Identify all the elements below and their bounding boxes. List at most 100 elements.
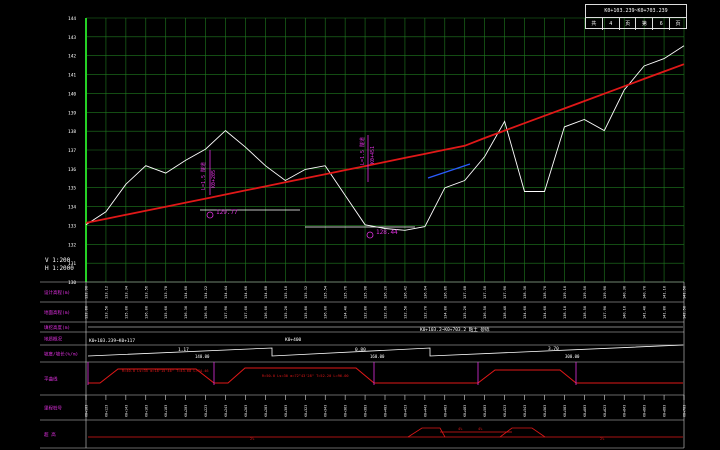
table-value: 135.20 [284,306,288,319]
table-value: 136.42 [403,286,407,299]
curve-annotation-2-line1: L=1.5 隧道 [359,137,366,165]
table-value: 135.98 [364,286,368,299]
table-value: 133.56 [144,286,148,299]
design-line-blue-overlay [427,163,471,179]
table-value: 134.66 [244,286,248,299]
elevation-tick-label: 132 [68,242,76,248]
curve-label-1: R=40.0 Ls=35 α=18°15'46" T=43.68 L=74.46 [122,369,209,373]
table-value: 132.90 [85,286,89,299]
station-value: K0+243 [224,405,228,417]
elevation-tick-label: 139 [68,110,76,116]
table-value: 134.44 [224,286,228,299]
table-value: 134.60 [543,306,547,319]
table-value: 136.00 [324,306,328,319]
station-value: K0+403 [384,405,388,417]
table-value: 136.64 [423,286,427,299]
table-value: 137.00 [244,306,248,319]
row-label: 设计高程(m) [44,289,70,296]
table-value: 140.30 [623,286,627,299]
curve-annotation-1: L=1.5 隧道 K0+205 [200,150,217,195]
table-value: 137.90 [603,306,607,319]
table-value: 134.80 [443,306,447,319]
table-value: 134.88 [264,286,268,299]
table-value: 134.00 [184,286,188,299]
elevation-tick-label: 143 [68,35,76,41]
elevation-marker-2: 128.44 [305,226,415,239]
row-label: 坡度/坡长(%/m) [44,351,78,358]
table-value: 135.10 [284,286,288,299]
grade-3-value: 3.70 [548,346,559,352]
elevation-tick-label: 130 [68,280,76,286]
station-value: K0+123 [104,405,108,417]
elevation-tick-label: 135 [68,186,76,192]
station-value: K0+703 [683,405,687,417]
station-value: K0+683 [663,405,667,417]
title-block: K0+103.239~K0+703.239 共 4 页 第 6 页 [585,4,687,30]
elevation-marker-2-label: 128.44 [376,229,398,236]
table-value: 132.50 [403,306,407,319]
table-value: 138.10 [563,306,567,319]
station-value: K0+543 [523,405,527,417]
table-value: 140.70 [643,286,647,299]
station-value: K0+383 [364,405,368,417]
marker-2-circle-icon [366,231,374,239]
station-value: K0+483 [463,405,467,417]
grade-top-label-1: K0+103.239~K0+117 [89,338,135,344]
table-value: 138.40 [503,306,507,319]
table-value: 137.08 [463,286,467,299]
table-value: 135.76 [344,286,348,299]
sheet-cell: 第 [636,18,654,30]
row-label: 平曲线 [44,376,58,383]
table-value: 133.78 [164,286,168,299]
station-value: K0+503 [483,405,487,417]
geology-label: K0+103.2~K0+703.2 粘土 砂砾 [420,326,490,333]
elevation-tick-label: 140 [68,91,76,97]
grade-top-label-2: K0+400 [285,337,302,343]
table-value: 132.60 [384,306,388,319]
row-labels: 设计高程(m) 地面高程(m) 填挖高度(m) 地质概况坡度/坡长(%/m) 平曲线里程… [44,289,78,438]
table-value: 135.54 [324,286,328,299]
table-value: 141.80 [663,306,667,319]
row-label: 地质概况 [44,336,62,343]
table-value: 141.10 [663,286,667,299]
table-value: 139.90 [603,286,607,299]
superelevation-row [88,427,683,438]
station-value: K0+363 [344,405,348,417]
station-value: K0+563 [543,405,547,417]
sheet-cell: 页 [620,18,637,30]
station-value: K0+163 [144,405,148,417]
sheet-cell: 页 [675,21,681,27]
elevation-tick-label: 134 [68,205,76,211]
table-value: 135.32 [304,286,308,299]
station-value: K0+443 [423,405,427,417]
station-value: K0+263 [244,405,248,417]
station-value: K0+183 [164,405,168,417]
scale-vertical: V 1:200 [45,257,71,264]
station-value-columns: 132.90 132.80 K0+103 133.12 133.50 K0+123 133.… [85,286,687,417]
table-value: 135.80 [304,306,308,319]
table-value: 139.50 [583,286,587,299]
grade-1-length: 140.00 [195,354,210,359]
scale-horizontal: H 1:2000 [45,265,74,272]
table-value: 140.10 [623,306,627,319]
table-value: 134.22 [204,286,208,299]
grade-2-length: 160.00 [370,354,385,359]
table-value: 136.50 [483,306,487,319]
table-value: 138.50 [583,306,587,319]
table-value: 136.86 [443,286,447,299]
table-value: 132.70 [423,306,427,319]
station-value: K0+303 [284,405,288,417]
table-value: 132.80 [364,306,368,319]
table-value: 136.90 [204,306,208,319]
elevation-marker-1: 129.77 [200,209,300,219]
table-value: 136.20 [384,286,388,299]
elevation-marker-1-label: 129.77 [216,209,238,216]
curve-annotation-2: L=1.5 隧道 K0+451 [359,135,376,182]
curve-annotation-2-line2: K0+451 [370,146,376,164]
station-value: K0+103 [85,405,89,417]
station-value: K0+463 [443,405,447,417]
elevation-tick-label: 141 [68,73,76,79]
grade-2-value: 0.80 [355,347,366,353]
table-value: 138.70 [543,286,547,299]
elevation-tick-label: 144 [68,16,76,22]
